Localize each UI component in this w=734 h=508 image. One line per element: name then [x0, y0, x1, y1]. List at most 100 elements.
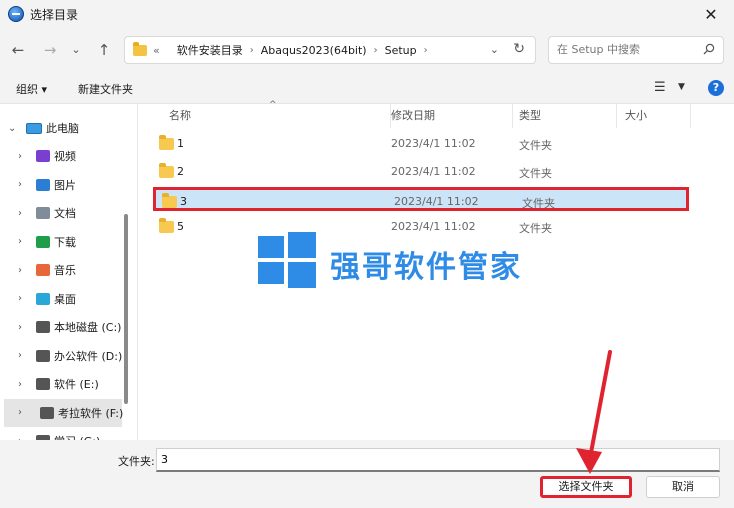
chevron-right-icon[interactable]: › [18, 322, 22, 333]
close-button[interactable]: ✕ [688, 0, 734, 28]
sidebar-item-label: 下载 [54, 235, 76, 249]
sidebar-item[interactable]: › 考拉软件 (F:) [4, 398, 124, 427]
drive-c-icon [36, 321, 50, 333]
chevron-right-icon[interactable]: › [374, 45, 378, 56]
sidebar-item-label: 图片 [54, 178, 76, 192]
folder-icon [159, 135, 174, 150]
chevron-right-icon[interactable]: › [18, 407, 22, 418]
sidebar-item-label: 此电脑 [46, 122, 79, 135]
drive-icon [36, 349, 50, 362]
folder-name-input[interactable] [156, 448, 720, 472]
column-header-type[interactable]: 类型 [511, 104, 617, 128]
address-bar[interactable]: « › 软件安装目录 › Abaqus2023(64bit) › Setup ›… [124, 36, 536, 64]
folder-icon [159, 218, 174, 234]
sidebar-item[interactable]: › 下载 [0, 228, 124, 256]
address-dropdown-icon[interactable]: ⌄ [490, 43, 499, 56]
sidebar-item-label: 本地磁盘 (C:) [54, 321, 122, 334]
chevron-right-icon[interactable]: › [250, 45, 254, 56]
view-dropdown-icon[interactable]: ▼ [678, 82, 685, 92]
sidebar-item[interactable]: › 文档 [0, 199, 124, 227]
chevron-right-icon[interactable]: › [18, 350, 22, 361]
up-button[interactable]: ↑ [94, 40, 114, 60]
file-name: 3 [180, 195, 187, 209]
help-icon[interactable]: ? [708, 80, 724, 96]
file-row[interactable]: 3 2023/4/1 11:02 文件夹 [153, 187, 689, 212]
chevron-right-icon[interactable]: › [18, 293, 22, 304]
search-icon [703, 43, 715, 55]
column-header-size[interactable]: 大小 [617, 104, 691, 128]
file-modified: 2023/4/1 11:02 [394, 195, 479, 209]
new-folder-button[interactable]: 新建文件夹 [78, 81, 133, 97]
sort-ascending-icon: ^ [269, 100, 277, 110]
file-modified: 2023/4/1 11:02 [391, 137, 476, 150]
chevron-right-icon[interactable]: › [424, 45, 428, 56]
chevron-right-icon[interactable]: › [18, 208, 22, 219]
watermark-text: 强哥软件管家 [330, 250, 522, 285]
forward-button[interactable]: → [40, 40, 60, 60]
file-row[interactable]: 5 2023/4/1 11:02 文件夹 [153, 215, 689, 239]
sidebar-item[interactable]: › 本地磁盘 (C:) [0, 313, 124, 341]
music-icon [36, 264, 50, 276]
sidebar-item-label: 学习 (G:) [54, 433, 100, 440]
file-type: 文件夹 [519, 139, 552, 152]
download-icon [36, 235, 50, 248]
search-placeholder: 在 Setup 中搜索 [557, 43, 641, 56]
folder-icon [159, 162, 174, 178]
file-modified: 2023/4/1 11:02 [391, 220, 476, 234]
view-options-icon[interactable]: ☰ [654, 80, 666, 95]
sidebar-item[interactable]: › 软件 (E:) [0, 370, 124, 398]
sidebar-item-label: 文档 [54, 207, 76, 220]
chevron-right-icon[interactable]: › [18, 236, 22, 247]
sidebar-item-label: 音乐 [54, 264, 76, 277]
document-icon [36, 207, 50, 219]
file-name: 5 [177, 220, 184, 234]
navigation-bar: ← → ⌄ ↑ « › 软件安装目录 › Abaqus2023(64bit) ›… [0, 28, 734, 72]
sidebar-item[interactable]: › 视频 [0, 142, 124, 170]
search-input[interactable]: 在 Setup 中搜索 [548, 36, 724, 64]
sidebar-item-label: 视频 [54, 150, 76, 163]
file-type: 文件夹 [522, 197, 555, 211]
dialog-footer: 文件夹: 选择文件夹 取消 [0, 440, 734, 508]
sidebar-item[interactable]: ›学习 (G:) [0, 427, 124, 440]
sidebar-item-label: 桌面 [54, 292, 76, 306]
breadcrumb-item[interactable]: Setup [385, 44, 417, 57]
computer-icon [26, 122, 42, 134]
sidebar-item[interactable]: › 音乐 [0, 256, 124, 284]
breadcrumb-item[interactable]: Abaqus2023(64bit) [261, 44, 367, 57]
chevron-right-icon[interactable]: › [18, 179, 22, 190]
file-modified: 2023/4/1 11:02 [391, 164, 476, 178]
breadcrumb-prefix[interactable]: « [153, 44, 160, 57]
drive-icon [36, 378, 50, 390]
back-button[interactable]: ← [8, 40, 28, 60]
organize-button[interactable]: 组织 ▾ [16, 81, 47, 97]
chevron-right-icon[interactable]: › [18, 151, 22, 162]
sidebar-item-this-pc[interactable]: ⌄ 此电脑 [0, 114, 124, 142]
sidebar-item-label: 考拉软件 (F:) [58, 406, 124, 420]
file-type: 文件夹 [519, 166, 552, 180]
windows-logo-icon [258, 232, 316, 288]
file-row[interactable]: 2 2023/4/1 11:02 文件夹 [153, 160, 689, 184]
file-name: 1 [177, 137, 184, 150]
recent-locations-button[interactable]: ⌄ [66, 40, 86, 60]
app-icon [8, 6, 24, 22]
breadcrumb-item[interactable]: 软件安装目录 [177, 42, 243, 58]
folder-icon [133, 41, 147, 56]
sidebar-item[interactable]: › 办公软件 (D:) [0, 342, 124, 370]
select-folder-button[interactable]: 选择文件夹 [540, 476, 632, 498]
refresh-icon[interactable]: ↻ [513, 41, 525, 57]
sidebar-item-label: 软件 (E:) [54, 378, 99, 391]
sidebar-item[interactable]: › 图片 [0, 171, 124, 199]
command-bar: 组织 ▾ 新建文件夹 ☰ ▼ ? [0, 72, 734, 104]
cancel-button[interactable]: 取消 [646, 476, 720, 498]
sidebar-item[interactable]: › 桌面 [0, 285, 124, 313]
chevron-down-icon[interactable]: ⌄ [8, 123, 16, 134]
chevron-right-icon[interactable]: › [18, 265, 22, 276]
sidebar-scrollbar[interactable] [124, 214, 128, 404]
file-type: 文件夹 [519, 222, 552, 236]
window-title: 选择目录 [30, 8, 79, 22]
navigation-pane[interactable]: ⌄ 此电脑 › 视频 › 图片 › 文档 › 下载 › 音乐 › 桌面 › 本地磁盘 (C:) › 办公软件 … [0, 104, 138, 440]
chevron-right-icon[interactable]: › [18, 379, 22, 390]
column-header-modified[interactable]: 修改日期 [383, 104, 513, 128]
drive-icon [40, 406, 54, 419]
file-row[interactable]: 1 2023/4/1 11:02 文件夹 [153, 132, 689, 156]
